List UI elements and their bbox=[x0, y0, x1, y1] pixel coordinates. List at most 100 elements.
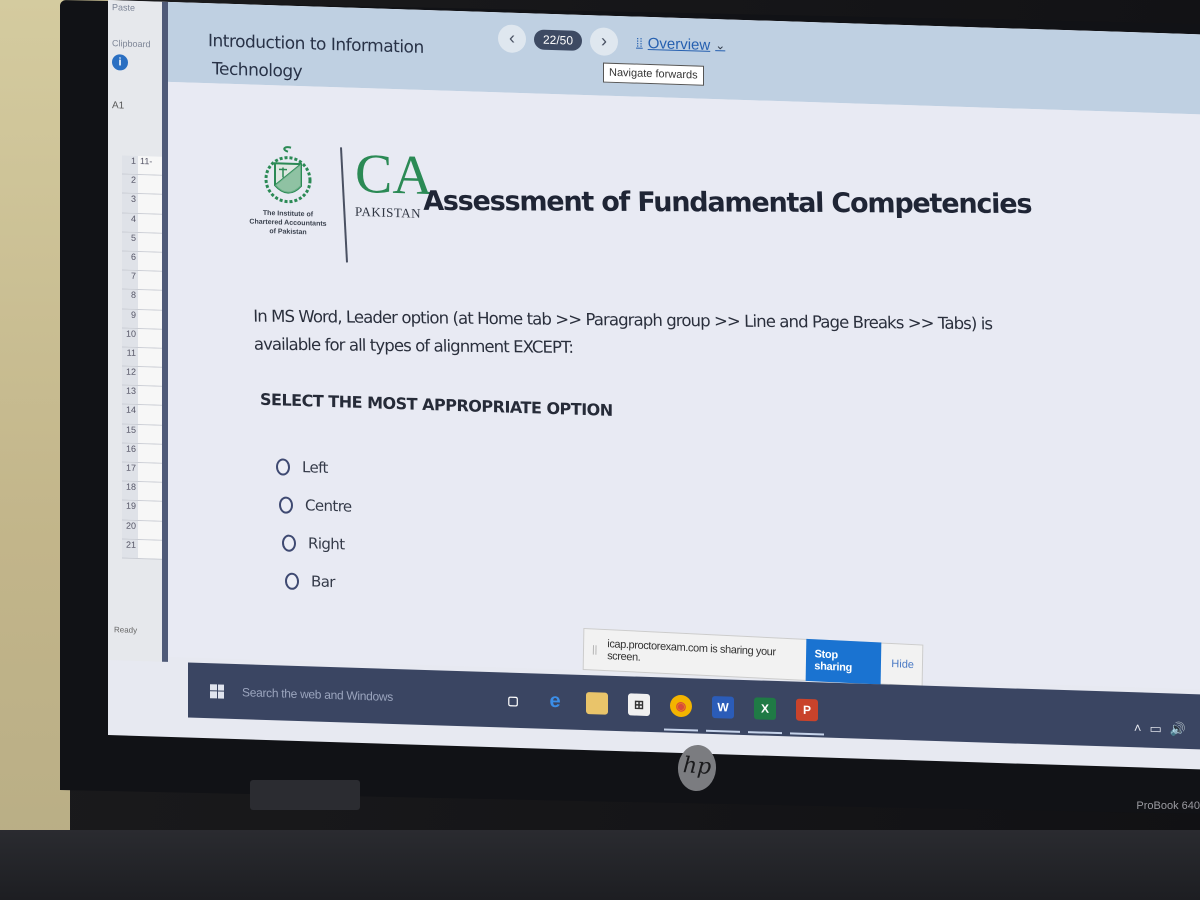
radio-button[interactable] bbox=[285, 572, 299, 590]
row-number[interactable]: 20 bbox=[122, 520, 138, 539]
excel-cell[interactable] bbox=[138, 194, 162, 214]
excel-cell[interactable] bbox=[138, 232, 162, 252]
drag-handle-icon[interactable]: || bbox=[592, 644, 597, 655]
excel-cell[interactable] bbox=[138, 367, 162, 386]
chrome-icon[interactable]: ◉ bbox=[670, 694, 692, 717]
row-number[interactable]: 2 bbox=[122, 174, 138, 194]
excel-cell[interactable] bbox=[138, 290, 162, 310]
excel-cell[interactable] bbox=[138, 213, 162, 233]
file-explorer-icon[interactable] bbox=[586, 691, 608, 715]
paste-label[interactable]: Paste bbox=[112, 2, 135, 13]
battery-icon[interactable]: ▭ bbox=[1150, 721, 1162, 737]
task-view-icon[interactable]: ▢ bbox=[502, 689, 524, 712]
excel-cell[interactable] bbox=[138, 309, 162, 329]
excel-row: 5 bbox=[122, 232, 162, 253]
store-icon[interactable]: ⊞ bbox=[628, 692, 650, 716]
hide-button[interactable]: Hide bbox=[891, 658, 914, 671]
excel-row: 15 bbox=[122, 424, 162, 445]
previous-button[interactable]: ‹ bbox=[498, 24, 526, 54]
excel-row: 13 bbox=[122, 385, 162, 407]
excel-cell[interactable] bbox=[138, 328, 162, 348]
share-message: icap.proctorexam.com is sharing your scr… bbox=[607, 638, 776, 664]
volume-icon[interactable]: 🔊 bbox=[1170, 721, 1186, 738]
system-tray: ˄ ▭ 🔊 bbox=[1134, 720, 1186, 738]
row-number[interactable]: 5 bbox=[122, 232, 138, 251]
row-number[interactable]: 12 bbox=[122, 366, 138, 386]
excel-cell[interactable] bbox=[138, 462, 162, 482]
clipboard-label: Clipboard bbox=[112, 38, 151, 50]
icap-logo: The Institute of Chartered Accountants o… bbox=[243, 142, 433, 265]
row-number[interactable]: 6 bbox=[122, 251, 138, 271]
excel-row: 6 bbox=[122, 251, 162, 272]
laptop-screen: Paste Clipboard i A1 1 11- 2 3 4 5 6 7 8 9 10 11 12 1… bbox=[108, 0, 1200, 770]
ca-pakistan-logo: CA PAKISTAN bbox=[355, 142, 433, 222]
row-number[interactable]: 13 bbox=[122, 385, 138, 405]
powerpoint-icon[interactable]: P bbox=[796, 698, 818, 721]
excel-cell[interactable] bbox=[138, 405, 162, 425]
excel-cell[interactable] bbox=[138, 443, 162, 463]
option-left[interactable]: Left bbox=[276, 447, 352, 487]
taskbar-apps: ▢ e ⊞ ◉ W X P bbox=[502, 689, 818, 721]
row-number[interactable]: 7 bbox=[122, 270, 138, 290]
excel-row: 14 bbox=[122, 404, 162, 426]
pakistan-text: PAKISTAN bbox=[355, 203, 422, 221]
word-icon[interactable]: W bbox=[712, 695, 734, 719]
row-number[interactable]: 18 bbox=[122, 481, 138, 501]
excel-cell[interactable] bbox=[138, 347, 162, 367]
excel-cell[interactable] bbox=[138, 386, 162, 406]
edge-icon[interactable]: e bbox=[544, 690, 566, 713]
row-number[interactable]: 14 bbox=[122, 404, 138, 424]
row-number[interactable]: 16 bbox=[122, 443, 138, 462]
laptop-base bbox=[0, 830, 1200, 900]
row-number[interactable]: 10 bbox=[122, 328, 138, 347]
taskbar-search[interactable]: Search the web and Windows bbox=[242, 685, 502, 707]
excel-status: Ready bbox=[114, 625, 138, 635]
excel-cell[interactable] bbox=[138, 501, 162, 521]
row-number[interactable]: 11 bbox=[122, 347, 138, 367]
row-number[interactable]: 4 bbox=[122, 213, 138, 232]
excel-cell[interactable] bbox=[138, 539, 162, 559]
row-number[interactable]: 3 bbox=[122, 193, 138, 213]
option-centre[interactable]: Centre bbox=[279, 485, 352, 525]
overview-dropdown[interactable]: ⁞⁞ Overview ⌄ bbox=[636, 34, 725, 54]
question-counter: 22/50 bbox=[534, 29, 583, 51]
option-bar[interactable]: Bar bbox=[285, 562, 352, 602]
excel-row: 8 bbox=[122, 289, 162, 311]
excel-row: 3 bbox=[122, 193, 162, 215]
row-number[interactable]: 17 bbox=[122, 462, 138, 482]
option-label: Bar bbox=[311, 572, 335, 592]
excel-icon[interactable]: X bbox=[754, 696, 776, 720]
next-button[interactable]: › bbox=[590, 27, 619, 57]
stop-sharing-button[interactable]: Stop sharing bbox=[806, 638, 882, 685]
row-number[interactable]: 19 bbox=[122, 500, 138, 520]
row-number[interactable]: 1 bbox=[122, 155, 138, 175]
excel-cell[interactable] bbox=[138, 520, 162, 540]
row-number[interactable]: 9 bbox=[122, 308, 138, 328]
name-box[interactable]: A1 bbox=[112, 100, 124, 111]
row-number[interactable]: 15 bbox=[122, 424, 138, 443]
excel-cell[interactable] bbox=[138, 482, 162, 502]
excel-cell[interactable] bbox=[138, 251, 162, 271]
excel-row: 10 bbox=[122, 328, 162, 349]
excel-cell[interactable] bbox=[138, 271, 162, 291]
row-number[interactable]: 21 bbox=[122, 539, 138, 558]
excel-row: 11 bbox=[122, 347, 162, 368]
radio-button[interactable] bbox=[282, 533, 296, 552]
option-right[interactable]: Right bbox=[282, 523, 352, 563]
excel-row: 19 bbox=[122, 500, 162, 522]
excel-cell[interactable] bbox=[138, 424, 162, 444]
course-title: Introduction to Information Technology bbox=[208, 27, 424, 90]
chevron-right-icon: › bbox=[601, 30, 608, 51]
excel-window: Paste Clipboard i A1 1 11- 2 3 4 5 6 7 8 9 10 11 12 1… bbox=[108, 0, 168, 662]
radio-button[interactable] bbox=[276, 457, 290, 476]
radio-button[interactable] bbox=[279, 495, 293, 514]
ca-text: CA bbox=[355, 142, 433, 208]
excel-cell[interactable] bbox=[138, 175, 162, 195]
windows-start-icon[interactable] bbox=[210, 683, 224, 699]
assessment-title: Assessment of Fundamental Competencies bbox=[422, 185, 1032, 221]
overview-label: Overview bbox=[647, 34, 711, 54]
chevron-up-icon[interactable]: ˄ bbox=[1134, 720, 1142, 736]
row-number[interactable]: 8 bbox=[122, 289, 138, 309]
excel-cell[interactable]: 11- bbox=[138, 155, 162, 175]
excel-rows: 1 11- 2 3 4 5 6 7 8 9 10 11 12 13 14 15 16 17 18 19 20 21 bbox=[122, 155, 162, 560]
